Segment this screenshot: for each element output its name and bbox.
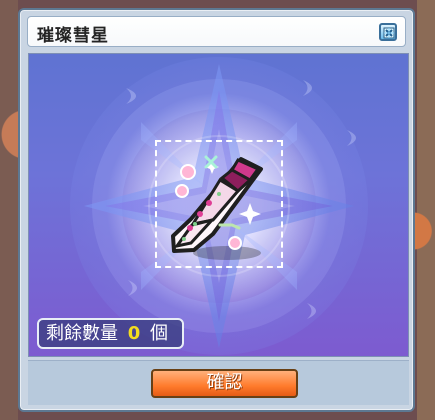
comet-weapon-icon bbox=[171, 155, 263, 260]
close-icon bbox=[383, 27, 395, 39]
window-title: 璀璨彗星 bbox=[37, 26, 109, 46]
remaining-count-label: 剩餘數量 bbox=[46, 323, 118, 344]
remaining-count-unit: 個 bbox=[150, 323, 168, 344]
close-button[interactable] bbox=[379, 23, 397, 41]
item-slot[interactable] bbox=[155, 140, 283, 268]
remaining-count-box: 剩餘數量 0 個 bbox=[37, 318, 184, 349]
item-display-area: 剩餘數量 0 個 bbox=[28, 53, 409, 357]
remaining-count-value: 0 bbox=[127, 323, 141, 344]
confirm-button[interactable]: 確認 bbox=[151, 369, 298, 398]
reward-window: 璀璨彗星 剩餘數量 0 個 確認 bbox=[18, 8, 415, 412]
window-title-bar: 璀璨彗星 bbox=[27, 16, 406, 47]
window-footer: 確認 bbox=[28, 360, 409, 405]
